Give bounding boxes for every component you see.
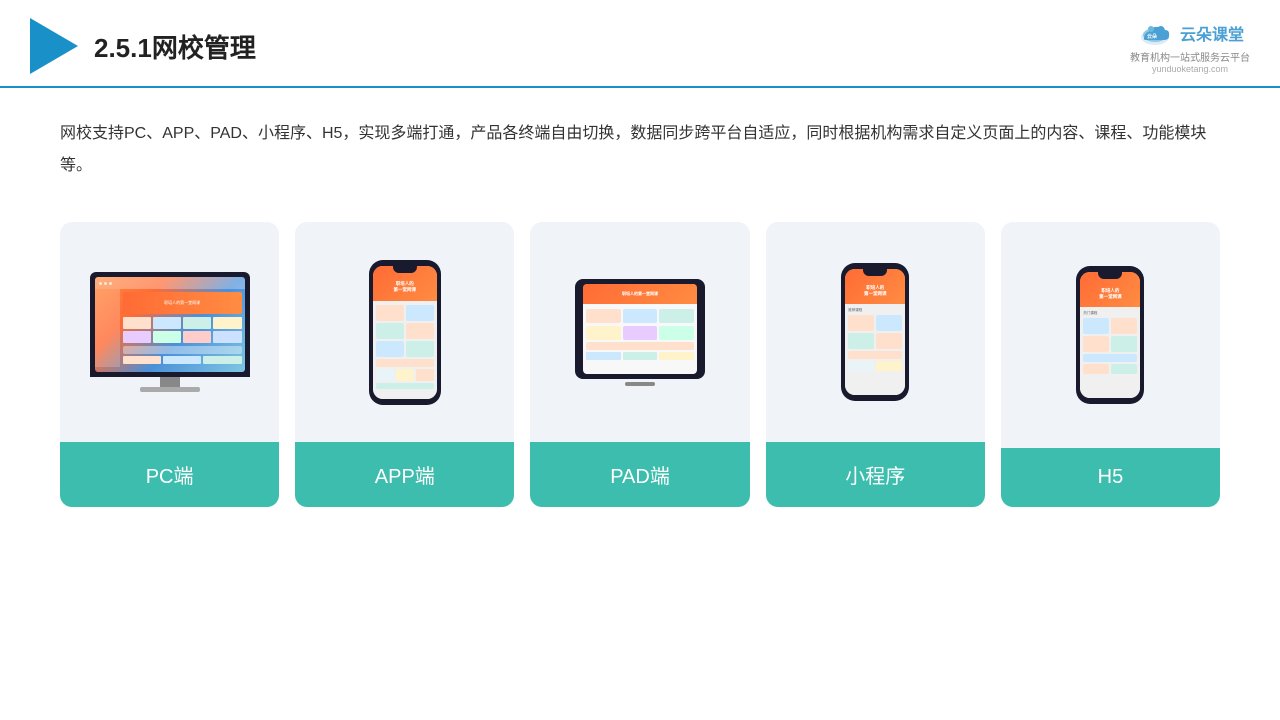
card-pc: 职培人的第一堂网课 [60, 222, 279, 507]
card-pc-label: PC端 [60, 442, 279, 507]
header-left: 2.5.1网校管理 [30, 18, 256, 74]
card-h5-label: H5 [1001, 448, 1220, 507]
card-pad-image: 职培人的第一堂网课 [530, 222, 749, 442]
header: 2.5.1网校管理 云朵 云朵课堂 教育机构一站式服务云平台 yunduoket… [0, 0, 1280, 88]
card-pad-label: PAD端 [530, 442, 749, 507]
brand-url: yunduoketang.com [1152, 64, 1228, 74]
brand-tagline: 教育机构一站式服务云平台 [1130, 49, 1250, 64]
h5-phone-mockup: 职培人的第一堂网课 热门课程 [1076, 266, 1144, 404]
page-title: 2.5.1网校管理 [94, 28, 256, 65]
pc-mockup: 职培人的第一堂网课 [90, 272, 250, 392]
card-app-image: 职培人的第一堂网课 [295, 222, 514, 442]
card-app: 职培人的第一堂网课 [295, 222, 514, 507]
pad-tablet-mockup: 职培人的第一堂网课 [575, 279, 705, 386]
card-pad: 职培人的第一堂网课 [530, 222, 749, 507]
card-miniprogram-image: 职培人的第一堂网课 推荐课程 [766, 222, 985, 442]
logo-triangle-icon [30, 18, 78, 74]
header-right: 云朵 云朵课堂 教育机构一站式服务云平台 yunduoketang.com [1130, 19, 1250, 74]
card-pc-image: 职培人的第一堂网课 [60, 222, 279, 442]
miniprogram-phone-mockup: 职培人的第一堂网课 推荐课程 [841, 263, 909, 401]
cloud-icon: 云朵 [1136, 19, 1174, 47]
card-h5: 职培人的第一堂网课 热门课程 [1001, 222, 1220, 507]
brand-logo: 云朵 云朵课堂 [1136, 19, 1244, 47]
card-miniprogram: 职培人的第一堂网课 推荐课程 [766, 222, 985, 507]
cards-container: 职培人的第一堂网课 [0, 202, 1280, 537]
svg-text:云朵: 云朵 [1147, 33, 1158, 40]
brand-name: 云朵课堂 [1180, 21, 1244, 45]
description-text: 网校支持PC、APP、PAD、小程序、H5，实现多端打通，产品各终端自由切换，数… [0, 88, 1280, 192]
card-app-label: APP端 [295, 442, 514, 507]
app-phone-mockup: 职培人的第一堂网课 [369, 260, 441, 405]
card-miniprogram-label: 小程序 [766, 442, 985, 507]
card-h5-image: 职培人的第一堂网课 热门课程 [1001, 222, 1220, 448]
